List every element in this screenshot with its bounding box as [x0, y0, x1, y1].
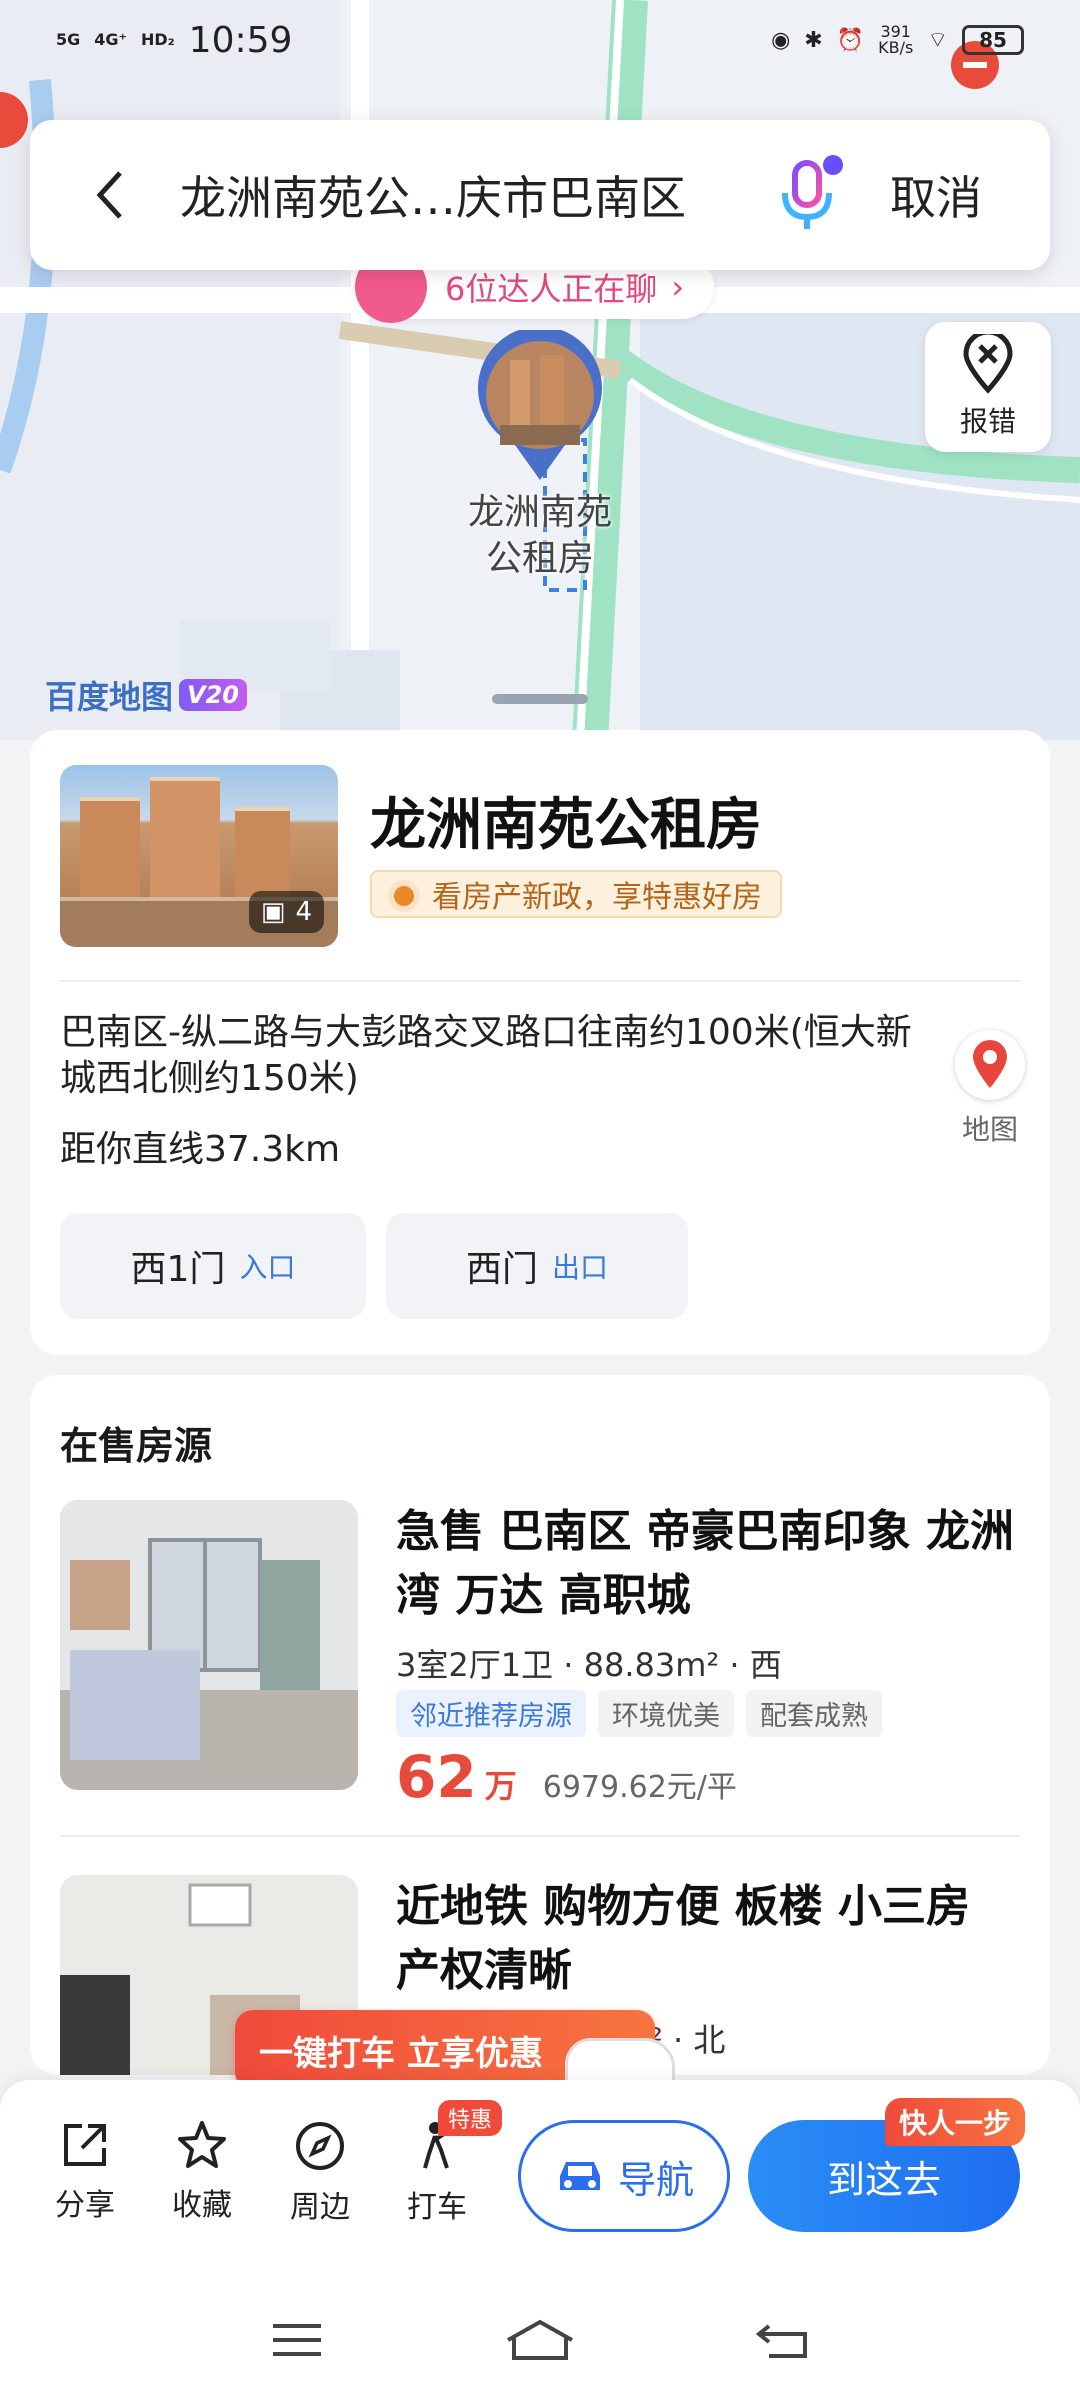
home-icon[interactable]: [504, 2318, 576, 2362]
poi-distance: 距你直线37.3km: [60, 1129, 341, 1170]
gate-west[interactable]: 西门 出口: [386, 1213, 688, 1319]
poi-address: 巴南区-纵二路与大彭路交叉路口往南约100米(恒大新城西北侧约150米): [60, 1012, 912, 1099]
clock: 10:59: [188, 19, 293, 61]
gate-type: 入口: [239, 1251, 296, 1284]
listing-tags: 邻近推荐房源 环境优美 配套成熟: [396, 1690, 882, 1737]
divider: [60, 1835, 1020, 1837]
system-nav-bar: [0, 2280, 1080, 2400]
listing-price-value: 62: [396, 1743, 477, 1811]
brand-name: 百度地图: [45, 678, 174, 716]
map-pin-icon: [955, 1030, 1025, 1100]
navigate-label: 导航: [617, 2157, 694, 2202]
listing-tag: 环境优美: [598, 1690, 734, 1737]
gate-type: 出口: [552, 1251, 609, 1284]
gate-name: 西门: [465, 1249, 538, 1290]
drag-handle[interactable]: [492, 694, 588, 704]
network-speed-unit: KB/s: [878, 38, 914, 57]
map-view[interactable]: 5G 4G⁺ HD₂ 10:59 ◉ ✱ ⏰ 391 KB/s ⌔ 85 6位达…: [0, 0, 1080, 740]
photo-count-badge: ▣ 4: [248, 891, 324, 933]
poi-map-label-line1: 龙洲南苑: [467, 492, 612, 533]
poi-map-label: 龙洲南苑 公租房: [440, 490, 640, 582]
share-icon: [64, 2124, 106, 2166]
brand-version: V20: [179, 679, 247, 711]
chevron-right-icon: ›: [671, 268, 685, 306]
signal-4g-icon: 4G⁺: [94, 30, 127, 49]
hd-icon: HD₂: [140, 30, 175, 49]
poi-marker[interactable]: [470, 326, 610, 490]
back-arrow-icon[interactable]: [80, 165, 140, 225]
car-icon: [559, 2162, 600, 2190]
status-bar: 5G 4G⁺ HD₂ 10:59 ◉ ✱ ⏰ 391 KB/s ⌔ 85: [0, 0, 1080, 80]
photo-count: 4: [295, 897, 312, 927]
gate-name: 西1门: [130, 1249, 226, 1290]
taxi-promo-label: 一键打车 立享优惠: [259, 2033, 543, 2074]
gate-west1[interactable]: 西1门 入口: [60, 1213, 366, 1319]
listing-item[interactable]: 急售 巴南区 帝豪巴南印象 龙洲湾 万达 高职城 3室2厅1卫 · 88.83m…: [60, 1500, 1020, 1811]
bluetooth-icon: ✱: [804, 27, 823, 53]
brand-logo: 百度地图 V20: [45, 672, 247, 718]
listing-price-unit: 万: [484, 1767, 517, 1805]
listing-tag: 邻近推荐房源: [396, 1690, 586, 1737]
taxi-special-badge: 特惠: [438, 2100, 503, 2136]
search-input[interactable]: 龙洲南苑公…庆市巴南区: [180, 162, 720, 228]
share-button[interactable]: 分享: [40, 2120, 130, 2224]
favorite-button[interactable]: 收藏: [157, 2120, 247, 2224]
cancel-button[interactable]: 取消: [890, 162, 982, 228]
listing-tag: 配套成熟: [746, 1690, 882, 1737]
menu-icon[interactable]: [269, 2320, 325, 2360]
taxi-label: 打车: [407, 2190, 467, 2225]
map-pin-x-icon: [963, 334, 1013, 394]
navigate-button[interactable]: 导航: [518, 2120, 730, 2232]
listing-specs: 3室2厅1卫 · 88.83m² · 西: [396, 1646, 782, 1684]
map-link-button[interactable]: 地图: [950, 1030, 1030, 1148]
signal-5g-icon: 5G: [56, 30, 81, 49]
star-icon: [178, 2121, 226, 2168]
report-error-button[interactable]: 报错: [925, 322, 1051, 452]
listing-unit-price: 6979.62元/平: [542, 1770, 737, 1805]
nearby-label: 周边: [290, 2190, 350, 2225]
nearby-button[interactable]: 周边: [275, 2120, 365, 2226]
microphone-icon[interactable]: [775, 155, 845, 235]
taxi-promo-banner[interactable]: 一键打车 立享优惠: [235, 2010, 675, 2098]
listing-price: 62 万 6979.62元/平: [396, 1743, 737, 1811]
poi-title: 龙洲南苑公租房: [370, 793, 762, 858]
listings-section-title: 在售房源: [60, 1424, 213, 1468]
promo-label: 看房产新政，享特惠好房: [432, 880, 762, 915]
fast-badge: 快人一步: [885, 2098, 1026, 2146]
image-icon: ▣: [260, 897, 286, 927]
alarm-icon: ⏰: [836, 27, 865, 53]
divider: [60, 980, 1020, 982]
go-here-label: 到这去: [826, 2157, 941, 2202]
location-icon: ◉: [771, 27, 791, 53]
compass-icon: [296, 2122, 344, 2170]
report-error-label: 报错: [959, 405, 1016, 438]
listing-title: 急售 巴南区 帝豪巴南印象 龙洲湾 万达 高职城: [396, 1506, 1014, 1621]
back-icon[interactable]: [755, 2320, 811, 2360]
promo-icon: [388, 880, 420, 912]
poi-photo[interactable]: ▣ 4: [60, 765, 338, 947]
listings-card: 在售房源 急售 巴南区 帝豪巴南印象 龙洲湾 万达 高职城 3室2厅1卫 · 8…: [30, 1375, 1050, 2075]
share-label: 分享: [55, 2188, 115, 2223]
favorite-label: 收藏: [172, 2188, 232, 2223]
listing-thumbnail: [60, 1500, 358, 1790]
poi-card: ▣ 4 龙洲南苑公租房 看房产新政，享特惠好房 巴南区-纵二路与大彭路交叉路口往…: [30, 730, 1050, 1355]
listing-title: 近地铁 购物方便 板楼 小三房 产权清晰: [396, 1881, 970, 1996]
wifi-icon: ⌔: [927, 28, 948, 53]
promo-tag[interactable]: 看房产新政，享特惠好房: [370, 870, 782, 918]
search-bar: 龙洲南苑公…庆市巴南区 取消: [30, 120, 1050, 270]
poi-map-label-line2: 公租房: [485, 538, 594, 579]
battery-icon: 85: [962, 25, 1024, 55]
map-link-label: 地图: [961, 1113, 1018, 1146]
chat-pill-label: 6位达人正在聊: [445, 270, 658, 308]
